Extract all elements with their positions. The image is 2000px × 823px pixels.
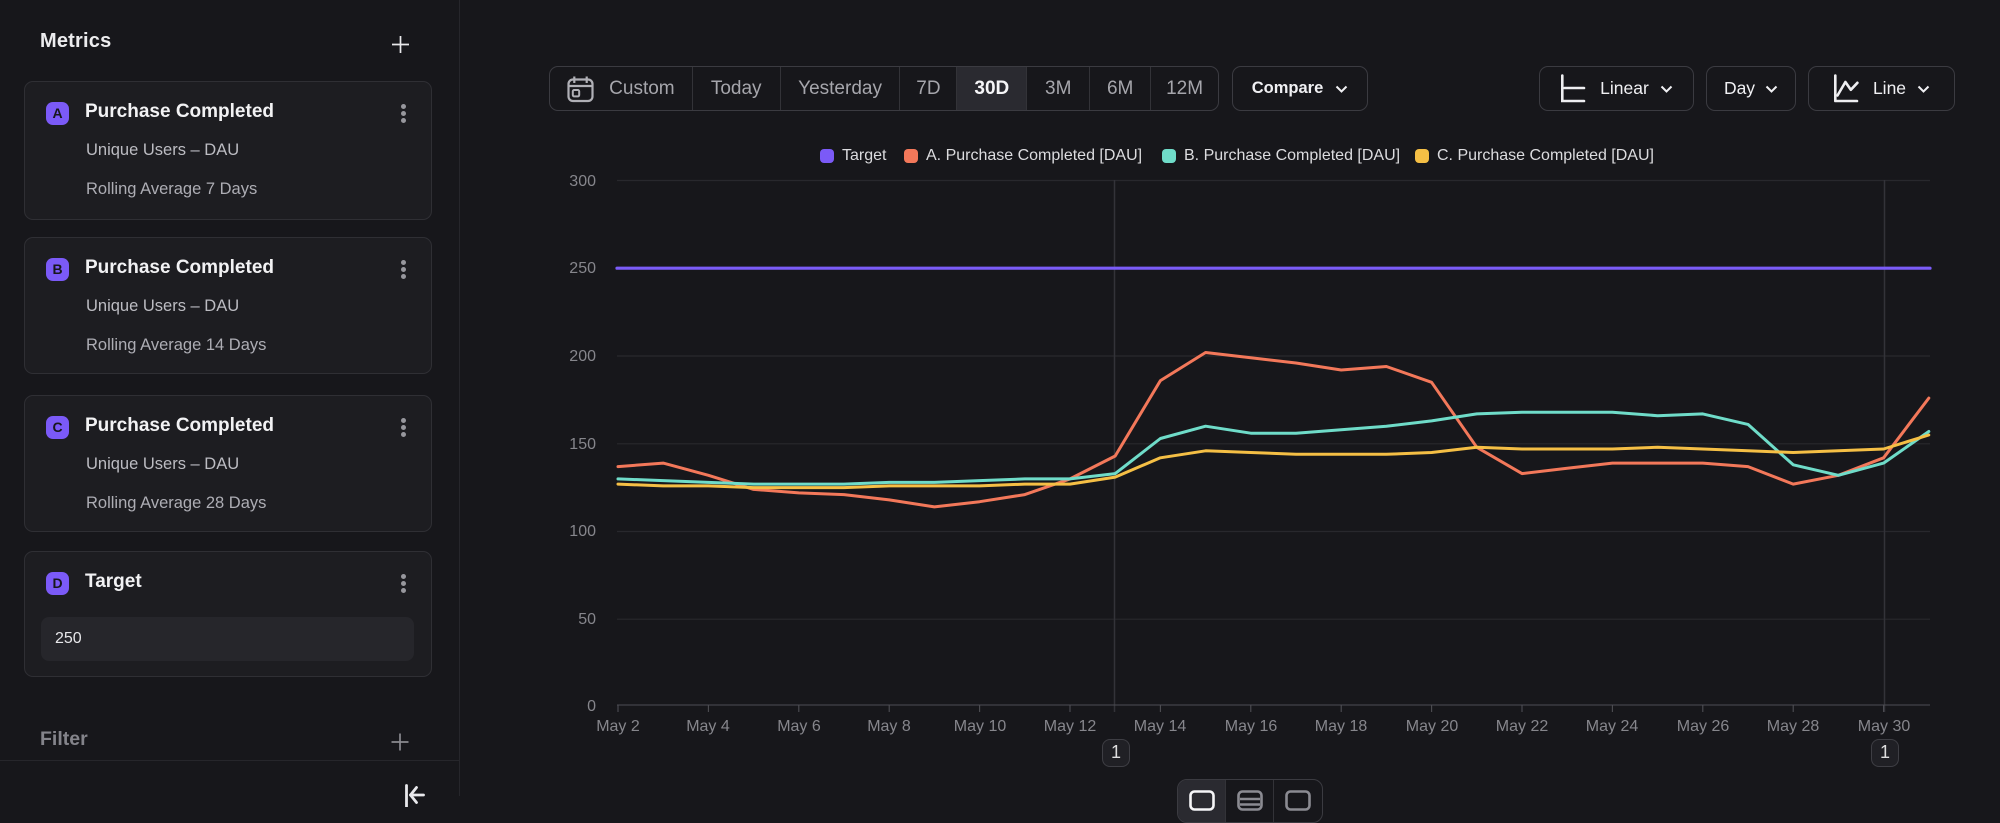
svg-text:150: 150 [569, 436, 596, 453]
svg-text:May 18: May 18 [1315, 718, 1368, 735]
svg-text:May 12: May 12 [1044, 718, 1097, 735]
svg-text:50: 50 [578, 611, 596, 628]
svg-text:May 26: May 26 [1677, 718, 1730, 735]
svg-text:May 16: May 16 [1225, 718, 1278, 735]
svg-text:May 8: May 8 [867, 718, 911, 735]
svg-text:0: 0 [587, 698, 596, 715]
svg-text:300: 300 [569, 173, 596, 190]
svg-text:May 20: May 20 [1406, 718, 1459, 735]
svg-text:May 14: May 14 [1134, 718, 1187, 735]
svg-text:May 4: May 4 [686, 718, 730, 735]
svg-text:250: 250 [569, 260, 596, 277]
svg-text:100: 100 [569, 523, 596, 540]
svg-text:May 28: May 28 [1767, 718, 1820, 735]
svg-text:May 30: May 30 [1858, 718, 1911, 735]
svg-text:May 24: May 24 [1586, 718, 1639, 735]
svg-text:May 6: May 6 [777, 718, 821, 735]
svg-text:200: 200 [569, 348, 596, 365]
svg-text:May 10: May 10 [954, 718, 1007, 735]
svg-text:May 22: May 22 [1496, 718, 1549, 735]
svg-text:May 2: May 2 [596, 718, 640, 735]
